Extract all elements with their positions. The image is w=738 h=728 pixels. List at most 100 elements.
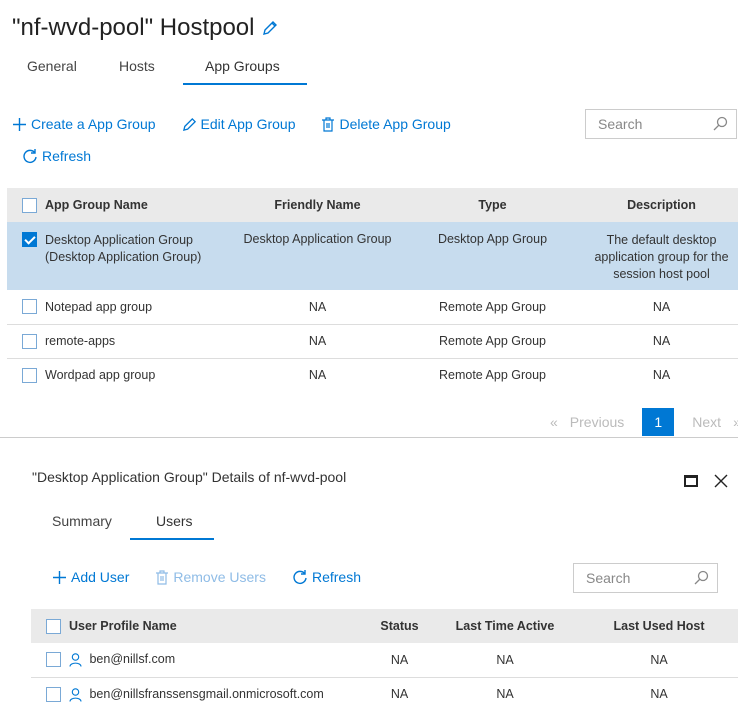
last-host-cell: NA <box>580 643 738 678</box>
section-divider <box>0 437 738 438</box>
add-user-label: Add User <box>71 569 130 585</box>
row-checkbox[interactable] <box>22 367 37 383</box>
table-row[interactable]: ben@nillsfranssensgmail.onmicrosoft.com … <box>31 677 738 711</box>
remove-users-button[interactable]: Remove Users <box>155 569 266 585</box>
maximize-icon[interactable] <box>684 475 698 487</box>
app-group-toolbar: Create a App Group Edit App Group Delete… <box>12 116 477 132</box>
col-description[interactable]: Description <box>585 188 738 222</box>
current-page-button[interactable]: 1 <box>642 408 675 436</box>
tab-general[interactable]: General <box>5 55 97 85</box>
app-group-name: Desktop Application Group <box>45 233 194 247</box>
edit-app-group-label: Edit App Group <box>200 116 296 132</box>
tab-summary[interactable]: Summary <box>30 510 130 540</box>
tab-users[interactable]: Users <box>130 510 214 540</box>
row-checkbox-cell <box>31 677 69 711</box>
col-app-group-name[interactable]: App Group Name <box>45 188 235 222</box>
description-cell: NA <box>585 290 738 325</box>
table-row[interactable]: Notepad app group NA Remote App Group NA <box>7 290 738 325</box>
status-cell: NA <box>390 687 409 702</box>
pencil-icon <box>182 117 197 132</box>
trash-icon <box>321 116 335 132</box>
app-group-name-cell: Desktop Application Group (Desktop Appli… <box>45 222 235 290</box>
table-header-row: App Group Name Friendly Name Type Descri… <box>7 188 738 222</box>
trash-icon <box>155 569 169 585</box>
create-app-group-button[interactable]: Create a App Group <box>12 116 156 132</box>
users-search-input[interactable]: Search <box>573 563 718 593</box>
col-type[interactable]: Type <box>400 188 585 222</box>
refresh-label: Refresh <box>42 148 92 164</box>
close-icon[interactable] <box>714 474 728 488</box>
add-user-button[interactable]: Add User <box>52 569 129 585</box>
row-checkbox[interactable] <box>46 652 61 668</box>
refresh-toolbar: Refresh <box>22 148 117 164</box>
edit-pencil-icon[interactable] <box>262 20 278 36</box>
description-cell: NA <box>585 324 738 359</box>
col-last-used-host[interactable]: Last Used Host <box>580 609 738 643</box>
edit-app-group-button[interactable]: Edit App Group <box>182 116 296 132</box>
details-tabs: Summary Users <box>30 510 214 540</box>
description-line: The default desktop <box>606 233 717 247</box>
last-page-button[interactable]: » <box>733 414 738 430</box>
select-all-cell <box>7 188 45 222</box>
tab-hosts[interactable]: Hosts <box>97 55 183 85</box>
refresh-icon <box>292 569 308 585</box>
friendly-name-cell: NA <box>308 368 327 383</box>
next-page-button[interactable]: Next <box>692 414 721 430</box>
user-profile-name: ben@nillsf.com <box>89 652 176 667</box>
friendly-name-cell: NA <box>235 290 400 325</box>
user-icon <box>69 687 82 702</box>
row-checkbox[interactable] <box>22 232 37 248</box>
description-line: session host pool <box>613 267 710 281</box>
col-friendly-name[interactable]: Friendly Name <box>235 188 400 222</box>
search-icon <box>713 116 728 131</box>
row-checkbox[interactable] <box>22 333 37 349</box>
row-checkbox[interactable] <box>46 686 61 702</box>
plus-icon <box>12 117 27 132</box>
search-placeholder: Search <box>586 570 631 586</box>
hostpool-tabs: General Hosts App Groups <box>5 55 307 85</box>
create-app-group-label: Create a App Group <box>31 116 156 132</box>
remove-users-label: Remove Users <box>173 569 266 585</box>
description-line: application group for the <box>594 250 729 264</box>
app-group-search-input[interactable]: Search <box>585 109 737 139</box>
status-cell: NA <box>369 643 430 678</box>
row-checkbox-cell <box>7 222 45 290</box>
delete-app-group-button[interactable]: Delete App Group <box>321 116 451 132</box>
refresh-icon <box>22 148 38 164</box>
col-status[interactable]: Status <box>369 609 430 643</box>
refresh-button[interactable]: Refresh <box>22 148 91 164</box>
table-row[interactable]: Wordpad app group NA Remote App Group NA <box>7 358 738 392</box>
app-group-name-cell: Notepad app group <box>45 290 235 325</box>
description-cell: NA <box>652 368 671 383</box>
row-checkbox-cell <box>7 290 45 325</box>
previous-page-button[interactable]: Previous <box>570 414 624 430</box>
users-refresh-button[interactable]: Refresh <box>292 569 361 585</box>
app-groups-table: App Group Name Friendly Name Type Descri… <box>7 188 738 392</box>
table-row[interactable]: remote-apps NA Remote App Group NA <box>7 324 738 359</box>
users-refresh-label: Refresh <box>311 569 361 585</box>
app-group-name-cell: remote-apps <box>45 324 235 359</box>
friendly-name-cell: Desktop Application Group <box>235 222 400 290</box>
first-page-button[interactable]: « <box>550 414 558 430</box>
type-cell: Remote App Group <box>400 324 585 359</box>
row-checkbox-cell <box>7 358 45 392</box>
last-active-cell: NA <box>496 687 514 702</box>
col-user-profile-name[interactable]: User Profile Name <box>69 609 369 643</box>
select-all-checkbox[interactable] <box>46 618 61 634</box>
delete-app-group-label: Delete App Group <box>339 116 451 132</box>
user-profile-cell: ben@nillsfranssensgmail.onmicrosoft.com <box>69 677 369 711</box>
details-title: "Desktop Application Group" Details of n… <box>32 469 347 485</box>
hostpool-title: "nf-wvd-pool" Hostpool <box>12 14 255 41</box>
search-placeholder: Search <box>598 116 643 132</box>
row-checkbox[interactable] <box>22 299 37 315</box>
table-row[interactable]: Desktop Application Group (Desktop Appli… <box>7 222 738 290</box>
select-all-cell <box>31 609 69 643</box>
users-table: User Profile Name Status Last Time Activ… <box>31 609 738 711</box>
select-all-checkbox[interactable] <box>22 197 37 213</box>
table-row[interactable]: ben@nillsf.com NA NA NA <box>31 643 738 678</box>
users-toolbar: Add User Remove Users Refresh <box>52 569 387 585</box>
description-cell: The default desktop application group fo… <box>585 222 738 290</box>
col-last-time-active[interactable]: Last Time Active <box>430 609 580 643</box>
tab-app-groups[interactable]: App Groups <box>183 55 307 85</box>
type-cell: Desktop App Group <box>400 222 585 290</box>
